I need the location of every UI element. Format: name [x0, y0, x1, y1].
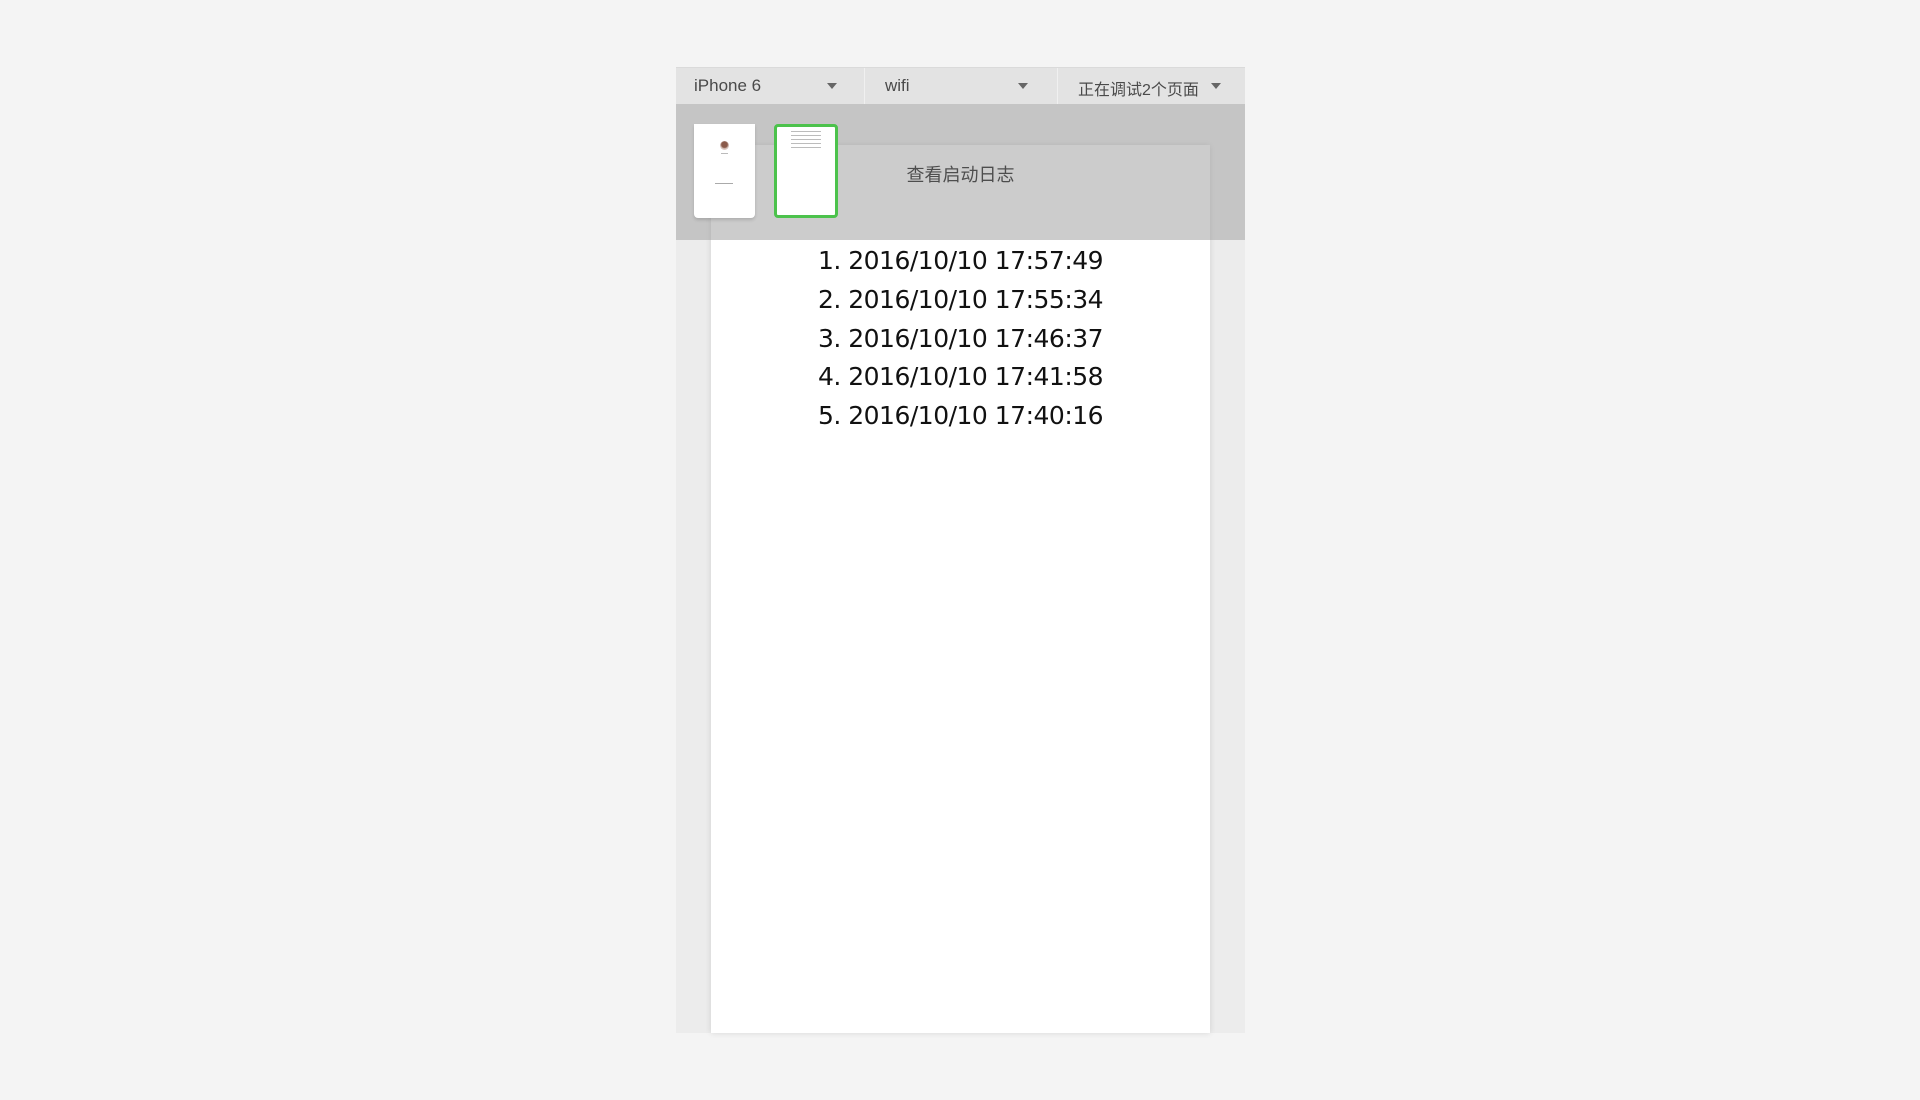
log-item: 4. 2016/10/10 17:41:58: [817, 362, 1104, 392]
thumbnail-text: [791, 147, 821, 148]
log-item: 3. 2016/10/10 17:46:37: [817, 323, 1104, 353]
debug-pages-select[interactable]: 正在调试2个页面: [1058, 68, 1245, 104]
thumbnail-text: [791, 131, 821, 132]
thumbnail-text: [791, 139, 821, 140]
page-stack-overlay: [676, 104, 1245, 240]
log-item: 2. 2016/10/10 17:55:34: [817, 284, 1104, 314]
thumbnail-text: [721, 153, 728, 154]
thumbnail-text: [791, 135, 821, 136]
thumbnail-text: [715, 183, 733, 184]
chevron-down-icon: [1018, 83, 1028, 89]
page-thumbnail-1[interactable]: [694, 124, 755, 218]
network-select-label: wifi: [885, 76, 910, 95]
chevron-down-icon: [1211, 83, 1221, 89]
debug-pages-select-label: 正在调试2个页面: [1078, 82, 1199, 99]
network-select[interactable]: wifi: [865, 68, 1058, 104]
device-select[interactable]: iPhone 6: [676, 68, 865, 104]
phone-page: 返回 查看启动日志 1. 2016/10/10 17:57:49 2. 2016…: [711, 145, 1210, 1033]
chevron-down-icon: [827, 83, 837, 89]
thumbnail-text: [791, 143, 821, 144]
avatar-icon: [720, 141, 729, 150]
device-select-label: iPhone 6: [694, 76, 762, 95]
simulator-toolbar: iPhone 6 wifi 正在调试2个页面: [676, 67, 1245, 104]
simulator-frame: iPhone 6 wifi 正在调试2个页面 返回 查看启动日志 1. 2016…: [676, 67, 1245, 1033]
log-item: 5. 2016/10/10 17:40:16: [817, 401, 1104, 431]
log-item: 1. 2016/10/10 17:57:49: [817, 246, 1104, 275]
launch-log-list: 1. 2016/10/10 17:57:49 2. 2016/10/10 17:…: [711, 242, 1210, 436]
page-thumbnail-2-active[interactable]: [774, 124, 838, 218]
